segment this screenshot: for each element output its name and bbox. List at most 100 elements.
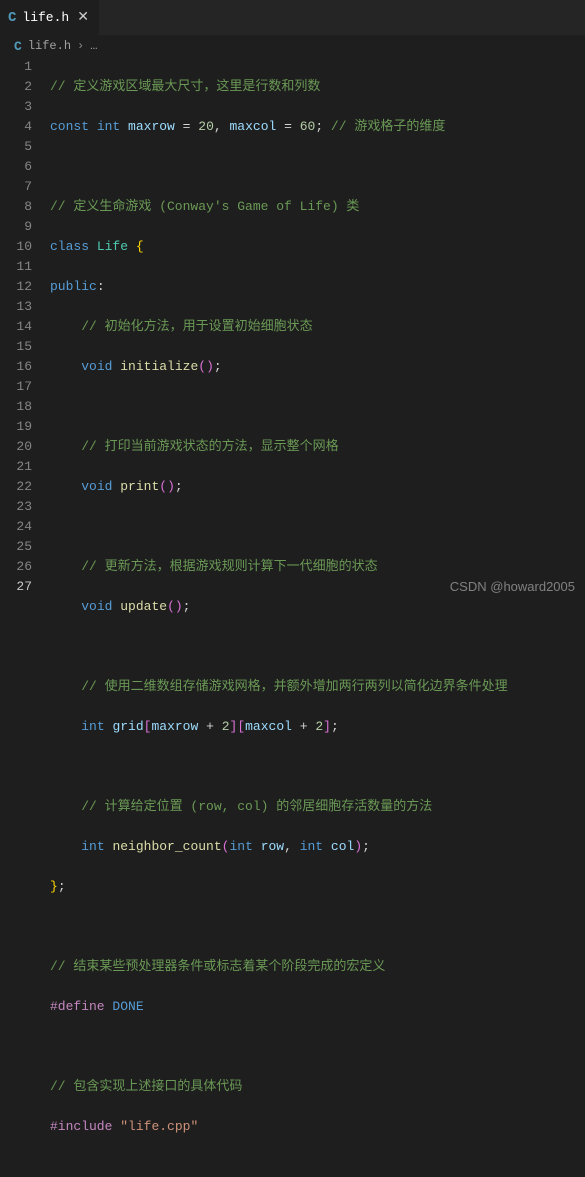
comment: // 打印当前游戏状态的方法，显示整个网格 <box>81 439 338 454</box>
func: update <box>120 599 167 614</box>
code-line[interactable]: }; <box>50 877 585 897</box>
var: maxcol <box>245 719 292 734</box>
line-number: 7 <box>0 177 32 197</box>
comment: // 结束某些预处理器条件或标志着某个阶段完成的宏定义 <box>50 959 385 974</box>
punc: : <box>97 279 105 294</box>
code-line[interactable]: #include "life.cpp" <box>50 1117 585 1137</box>
code-line[interactable] <box>50 637 585 657</box>
breadcrumb[interactable]: C life.h › … <box>0 35 585 57</box>
line-number: 19 <box>0 417 32 437</box>
code-line[interactable]: // 计算给定位置 (row, col) 的邻居细胞存活数量的方法 <box>50 797 585 817</box>
paren: ( <box>222 839 230 854</box>
kw: void <box>81 479 112 494</box>
macro: #define <box>50 999 105 1014</box>
comment: // 游戏格子的维度 <box>331 119 445 134</box>
code-line[interactable]: // 更新方法，根据游戏规则计算下一代细胞的状态 <box>50 557 585 577</box>
op: + <box>198 719 221 734</box>
num: 60 <box>300 119 316 134</box>
code-line[interactable]: void update(); <box>50 597 585 617</box>
line-number: 4 <box>0 117 32 137</box>
code-line[interactable]: int neighbor_count(int row, int col); <box>50 837 585 857</box>
line-number: 11 <box>0 257 32 277</box>
kw: const <box>50 119 89 134</box>
editor[interactable]: 1 2 3 4 5 6 7 8 9 10 11 12 13 14 15 16 1… <box>0 57 585 600</box>
line-number: 13 <box>0 297 32 317</box>
var: col <box>331 839 354 854</box>
watermark: CSDN @howard2005 <box>450 579 575 594</box>
code-line[interactable]: // 初始化方法，用于设置初始细胞状态 <box>50 317 585 337</box>
num: 2 <box>222 719 230 734</box>
comment: // 更新方法，根据游戏规则计算下一代细胞的状态 <box>81 559 377 574</box>
line-number: 10 <box>0 237 32 257</box>
code-line[interactable]: int grid[maxrow + 2][maxcol + 2]; <box>50 717 585 737</box>
code-line[interactable]: const int maxrow = 20, maxcol = 60; // 游… <box>50 117 585 137</box>
macro-name: DONE <box>112 999 143 1014</box>
string: "life.cpp" <box>120 1119 198 1134</box>
kw: int <box>229 839 252 854</box>
line-number: 18 <box>0 397 32 417</box>
paren: () <box>198 359 214 374</box>
code-line[interactable]: // 定义游戏区域最大尺寸，这里是行数和列数 <box>50 77 585 97</box>
punc: ; <box>58 879 66 894</box>
paren: () <box>167 599 183 614</box>
line-number: 23 <box>0 497 32 517</box>
class: Life <box>97 239 128 254</box>
line-number: 6 <box>0 157 32 177</box>
code-line[interactable]: // 使用二维数组存储游戏网格，并额外增加两行两列以简化边界条件处理 <box>50 677 585 697</box>
bracket: ] <box>230 719 238 734</box>
kw: int <box>81 839 104 854</box>
num: 20 <box>198 119 214 134</box>
close-icon[interactable]: ✕ <box>75 7 91 28</box>
code-line[interactable]: class Life { <box>50 237 585 257</box>
punc: ; <box>175 479 183 494</box>
code-line[interactable]: // 结束某些预处理器条件或标志着某个阶段完成的宏定义 <box>50 957 585 977</box>
bracket: ] <box>323 719 331 734</box>
func: initialize <box>120 359 198 374</box>
punc: ; <box>362 839 370 854</box>
line-number: 15 <box>0 337 32 357</box>
c-file-icon: C <box>14 39 22 54</box>
line-number: 17 <box>0 377 32 397</box>
punc: ; <box>214 359 222 374</box>
op: = <box>175 119 198 134</box>
comment: // 定义生命游戏 (Conway's Game of Life) 类 <box>50 199 359 214</box>
paren: () <box>159 479 175 494</box>
code-line[interactable]: // 定义生命游戏 (Conway's Game of Life) 类 <box>50 197 585 217</box>
punc: ; <box>331 719 339 734</box>
line-number-gutter: 1 2 3 4 5 6 7 8 9 10 11 12 13 14 15 16 1… <box>0 57 50 600</box>
line-number: 3 <box>0 97 32 117</box>
comment: // 初始化方法，用于设置初始细胞状态 <box>81 319 312 334</box>
code-line[interactable]: void print(); <box>50 477 585 497</box>
code-line[interactable]: #define DONE <box>50 997 585 1017</box>
line-number: 22 <box>0 477 32 497</box>
code-line[interactable]: // 打印当前游戏状态的方法，显示整个网格 <box>50 437 585 457</box>
line-number: 2 <box>0 77 32 97</box>
code-line[interactable]: void initialize(); <box>50 357 585 377</box>
line-number: 21 <box>0 457 32 477</box>
tab-life-h[interactable]: C life.h ✕ <box>0 0 100 35</box>
line-number: 8 <box>0 197 32 217</box>
kw: public <box>50 279 97 294</box>
var: maxrow <box>151 719 198 734</box>
code-line[interactable]: public: <box>50 277 585 297</box>
code-line[interactable] <box>50 157 585 177</box>
tab-bar: C life.h ✕ <box>0 0 585 35</box>
chevron-right-icon: › <box>77 39 84 53</box>
punc: , <box>214 119 230 134</box>
kw: int <box>81 719 104 734</box>
kw: int <box>97 119 120 134</box>
comment: // 定义游戏区域最大尺寸，这里是行数和列数 <box>50 79 320 94</box>
var: maxrow <box>128 119 175 134</box>
code-line[interactable] <box>50 1037 585 1057</box>
code-area[interactable]: // 定义游戏区域最大尺寸，这里是行数和列数 const int maxrow … <box>50 57 585 600</box>
code-line[interactable] <box>50 397 585 417</box>
code-line[interactable] <box>50 917 585 937</box>
line-number: 5 <box>0 137 32 157</box>
code-line[interactable] <box>50 757 585 777</box>
code-line[interactable] <box>50 517 585 537</box>
comment: // 包含实现上述接口的具体代码 <box>50 1079 242 1094</box>
line-number: 1 <box>0 57 32 77</box>
code-line[interactable]: // 包含实现上述接口的具体代码 <box>50 1077 585 1097</box>
op: + <box>292 719 315 734</box>
line-number: 25 <box>0 537 32 557</box>
